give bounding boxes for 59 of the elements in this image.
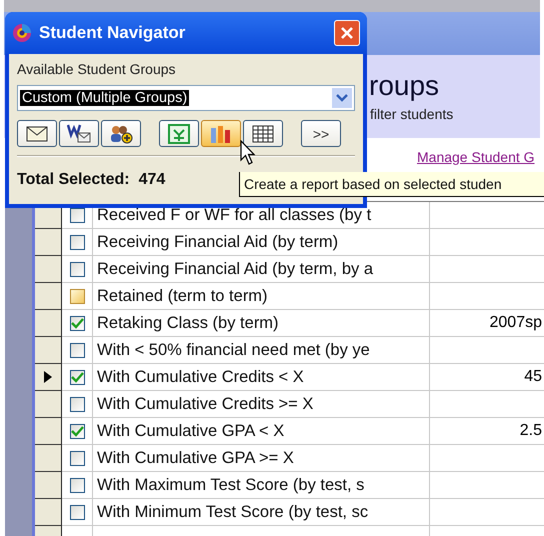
total-label: Total Selected: bbox=[17, 171, 130, 189]
word-mail-button[interactable] bbox=[59, 120, 99, 147]
total-count: 474 bbox=[138, 171, 166, 189]
row-selector[interactable] bbox=[35, 364, 62, 391]
value-cell: 2007sp bbox=[490, 314, 542, 331]
row-selector[interactable] bbox=[35, 391, 62, 418]
value-cell: 2.5 bbox=[520, 422, 542, 439]
criterion-cell: With Cumulative Credits < X bbox=[93, 364, 430, 390]
criterion-cell: With Minimum Test Score (by test, sc bbox=[93, 499, 430, 525]
criterion-cell: Retained (term to term) bbox=[93, 283, 430, 309]
checkbox[interactable] bbox=[70, 342, 84, 358]
value-cell: 45 bbox=[524, 368, 542, 385]
criterion-cell: With Maximum Test Score (by test, s bbox=[93, 472, 430, 498]
app-logo-icon bbox=[11, 22, 33, 44]
row-selector[interactable] bbox=[35, 310, 62, 337]
criterion-cell: With Cumulative GPA >= X bbox=[93, 445, 430, 471]
checkbox[interactable] bbox=[70, 288, 84, 304]
envelope-icon bbox=[26, 126, 48, 142]
row-selector[interactable] bbox=[35, 499, 62, 526]
groups-label: Available Student Groups bbox=[17, 61, 177, 77]
page-heading: roups bbox=[369, 70, 440, 102]
checkbox[interactable] bbox=[70, 234, 84, 250]
row-selector[interactable] bbox=[35, 337, 62, 364]
report-button[interactable] bbox=[201, 120, 241, 147]
add-people-icon bbox=[109, 124, 133, 144]
row-selector[interactable] bbox=[35, 229, 62, 256]
tooltip: Create a report based on selected studen bbox=[239, 172, 544, 197]
bar-chart-icon bbox=[209, 124, 233, 144]
criterion-cell: Retaking Class (by term) bbox=[93, 310, 430, 336]
email-button[interactable] bbox=[17, 120, 57, 147]
criterion-cell: With Cumulative GPA < X bbox=[93, 418, 430, 444]
criterion-cell: Receiving Financial Aid (by term, by a bbox=[93, 256, 430, 282]
criterion-cell: With Cumulative Credits >= X bbox=[93, 391, 430, 417]
add-people-button[interactable] bbox=[101, 120, 141, 147]
manage-groups-link[interactable]: Manage Student G bbox=[417, 149, 535, 165]
close-button[interactable] bbox=[334, 20, 360, 46]
export-button[interactable] bbox=[159, 120, 199, 147]
window-title: Student Navigator bbox=[39, 23, 186, 43]
checkbox[interactable] bbox=[70, 504, 84, 520]
checkbox[interactable] bbox=[70, 262, 84, 276]
close-icon bbox=[340, 26, 354, 40]
groups-dropdown[interactable]: Custom (Multiple Groups) bbox=[17, 85, 355, 111]
word-mail-icon bbox=[67, 124, 91, 144]
checkbox[interactable] bbox=[70, 478, 84, 492]
grid-button[interactable] bbox=[243, 120, 283, 147]
row-selector[interactable] bbox=[35, 445, 62, 472]
more-button[interactable]: >> bbox=[301, 120, 341, 147]
checkbox[interactable] bbox=[70, 208, 84, 222]
mouse-cursor-icon bbox=[240, 140, 256, 166]
page-subtitle: filter students bbox=[369, 106, 454, 122]
table-icon bbox=[252, 124, 274, 142]
row-selector[interactable] bbox=[35, 256, 62, 283]
criterion-cell: Receiving Financial Aid (by term) bbox=[93, 229, 430, 255]
row-selector[interactable] bbox=[35, 418, 62, 445]
checkbox[interactable] bbox=[70, 450, 84, 466]
checkbox[interactable] bbox=[70, 396, 84, 412]
row-selector[interactable] bbox=[35, 472, 62, 499]
row-selector[interactable] bbox=[35, 283, 62, 310]
criterion-cell: With < 50% financial need met (by ye bbox=[93, 337, 430, 363]
